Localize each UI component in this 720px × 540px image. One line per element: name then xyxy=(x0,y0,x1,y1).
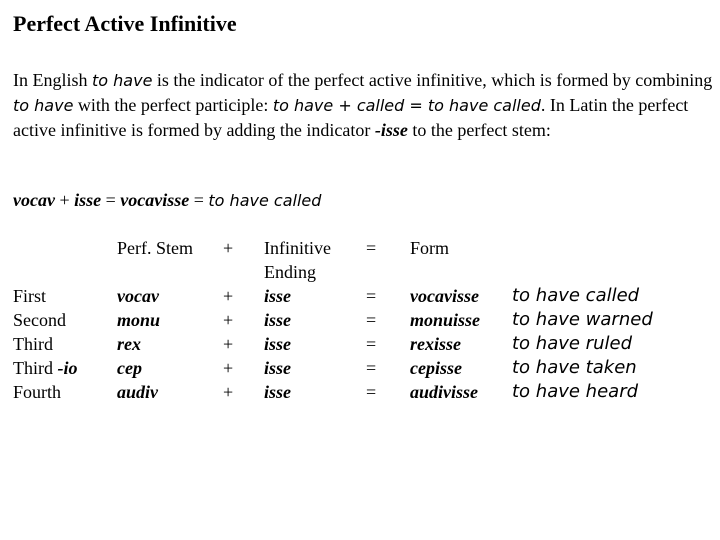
perfect-stem: vocav xyxy=(117,286,159,306)
form: monuisse xyxy=(410,310,481,330)
header-ending-line2: Ending xyxy=(264,262,316,282)
page-title: Perfect Active Infinitive xyxy=(13,11,237,36)
plus-sign: + xyxy=(223,310,234,330)
conjugation-suffix: -io xyxy=(57,358,78,378)
equals-sign: = xyxy=(366,286,377,306)
plus-sign: + xyxy=(54,190,75,210)
perfect-stem: cep xyxy=(117,358,142,378)
text: to the perfect stem: xyxy=(407,120,551,140)
example-ending: isse xyxy=(74,190,102,210)
equals-sign: = xyxy=(189,190,209,210)
plus-sign: + xyxy=(223,358,234,378)
text: with the perfect participle: xyxy=(73,95,273,115)
conjugation-label: Second xyxy=(13,310,66,330)
indicator-isse: -isse xyxy=(374,120,408,140)
example-meaning: to have called xyxy=(208,191,322,210)
plus-sign: + xyxy=(223,334,234,354)
header-plus: + xyxy=(223,238,234,258)
ending: isse xyxy=(264,334,291,354)
conjugation-label: Fourth xyxy=(13,382,62,402)
ending: isse xyxy=(264,286,291,306)
conjugation-name: Third xyxy=(13,358,58,378)
text: In English xyxy=(13,70,92,90)
example-form: vocavisse xyxy=(120,190,190,210)
meaning: to have taken xyxy=(512,357,637,378)
perfect-stem: audiv xyxy=(117,382,159,402)
equals-sign: = xyxy=(366,358,377,378)
intro-paragraph: In English to have is the indicator of t… xyxy=(13,68,713,142)
form: rexisse xyxy=(410,334,461,354)
example-line: vocav + isse = vocavisse = to have calle… xyxy=(13,188,321,213)
form: audivisse xyxy=(410,382,479,402)
conjugation-label: First xyxy=(13,286,47,306)
ending: isse xyxy=(264,358,291,378)
meaning: to have heard xyxy=(512,381,639,402)
header-stem: Perf. Stem xyxy=(117,238,193,258)
form: cepisse xyxy=(410,358,462,378)
perfect-stem: monu xyxy=(117,310,161,330)
meaning: to have called xyxy=(512,285,640,306)
example-english: to have + called = to have called xyxy=(272,96,541,115)
equals-sign: = xyxy=(101,190,121,210)
header-ending: Infinitive Ending xyxy=(264,236,331,284)
text: is the indicator of the perfect active i… xyxy=(152,70,713,90)
term-to-have: to have xyxy=(13,96,74,115)
conjugation-label: Third -io xyxy=(13,356,78,380)
form: vocavisse xyxy=(410,286,479,306)
example-stem: vocav xyxy=(13,190,55,210)
meaning: to have ruled xyxy=(512,333,632,354)
equals-sign: = xyxy=(366,334,377,354)
term-to-have: to have xyxy=(92,71,153,90)
header-equals: = xyxy=(366,238,377,258)
perfect-stem: rex xyxy=(117,334,141,354)
ending: isse xyxy=(264,310,291,330)
plus-sign: + xyxy=(223,382,234,402)
plus-sign: + xyxy=(223,286,234,306)
ending: isse xyxy=(264,382,291,402)
equals-sign: = xyxy=(366,382,377,402)
conjugation-label: Third xyxy=(13,334,53,354)
meaning: to have warned xyxy=(512,309,653,330)
equals-sign: = xyxy=(366,310,377,330)
header-ending-line1: Infinitive xyxy=(264,238,331,258)
header-form: Form xyxy=(410,238,450,258)
